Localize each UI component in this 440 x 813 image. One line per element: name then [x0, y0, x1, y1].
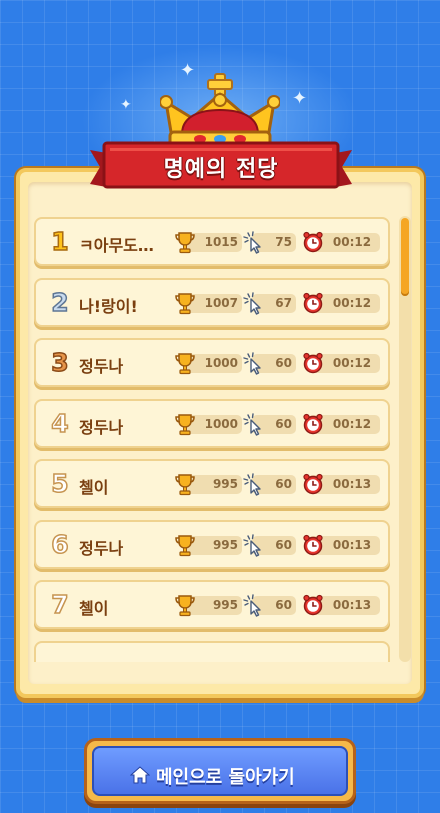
sparkle-icon: ✦	[292, 88, 308, 109]
leaderboard-row: 1 ㅋ아무도… 1015 75 00:12	[34, 217, 390, 266]
home-icon	[130, 766, 150, 784]
back-to-main-label: 메인으로 돌아가기	[156, 767, 295, 788]
rank-number: 4	[51, 408, 70, 439]
player-name: 나!랑이!	[79, 296, 138, 316]
leaderboard-row: 5 첼이 995 60 00:13	[34, 459, 390, 508]
cursor-click-icon	[242, 412, 264, 436]
cursor-click-icon	[242, 533, 264, 557]
leaderboard-row: 6 정두나 995 60 00:13	[34, 519, 390, 569]
sparkle-icon: ✦	[120, 97, 132, 113]
rank-number: 3	[51, 347, 70, 378]
player-name: 정두나	[79, 538, 124, 558]
player-name: 정두나	[79, 417, 124, 437]
trophy-icon	[174, 472, 196, 496]
player-name: 첼이	[79, 599, 109, 618]
rank-number: 1	[51, 226, 70, 257]
player-name: ㅋ아무도…	[79, 236, 154, 255]
leaderboard-row: 4 정두나 1000 60 00:12	[34, 398, 390, 448]
trophy-icon	[174, 412, 196, 436]
cursor-click-icon	[242, 291, 264, 315]
trophy-icon	[174, 593, 196, 617]
leaderboard-row: 3 정두나 1000 60 00:12	[34, 338, 390, 387]
scrollbar[interactable]	[399, 216, 411, 662]
leaderboard-row: 7 첼이 995 60 00:13	[34, 580, 390, 629]
leaderboard-row: 2 나!랑이! 1007 67 00:12	[34, 277, 390, 327]
alarm-clock-icon	[302, 291, 324, 315]
cursor-click-icon	[242, 351, 264, 375]
rank-number: 6	[51, 529, 70, 560]
alarm-clock-icon	[302, 412, 324, 436]
leaderboard-row	[34, 640, 390, 662]
rank-number: 5	[51, 468, 70, 499]
back-to-main-button-face: 메인으로 돌아가기	[92, 746, 348, 796]
alarm-clock-icon	[302, 593, 324, 617]
alarm-clock-icon	[302, 472, 324, 496]
trophy-icon	[174, 351, 196, 375]
trophy-icon	[174, 230, 196, 254]
player-name: 정두나	[79, 357, 124, 376]
trophy-icon	[174, 291, 196, 315]
cursor-click-icon	[242, 230, 264, 254]
alarm-clock-icon	[302, 230, 324, 254]
rank-number: 2	[51, 287, 70, 318]
leaderboard-list[interactable]: 1 ㅋ아무도… 1015 75 00:12 2 나!랑이! 1007 67 00:12 3 정두나 10…	[34, 216, 392, 662]
rank-number: 7	[51, 589, 70, 620]
trophy-icon	[174, 533, 196, 557]
page-title: 명예의 전당	[163, 157, 279, 182]
alarm-clock-icon	[302, 351, 324, 375]
scrollbar-thumb[interactable]	[401, 218, 409, 296]
back-to-main-button[interactable]: 메인으로 돌아가기	[84, 738, 356, 804]
alarm-clock-icon	[302, 533, 324, 557]
title-banner: 명예의 전당	[90, 140, 352, 192]
cursor-click-icon	[242, 593, 264, 617]
cursor-click-icon	[242, 472, 264, 496]
player-name: 첼이	[79, 478, 109, 497]
